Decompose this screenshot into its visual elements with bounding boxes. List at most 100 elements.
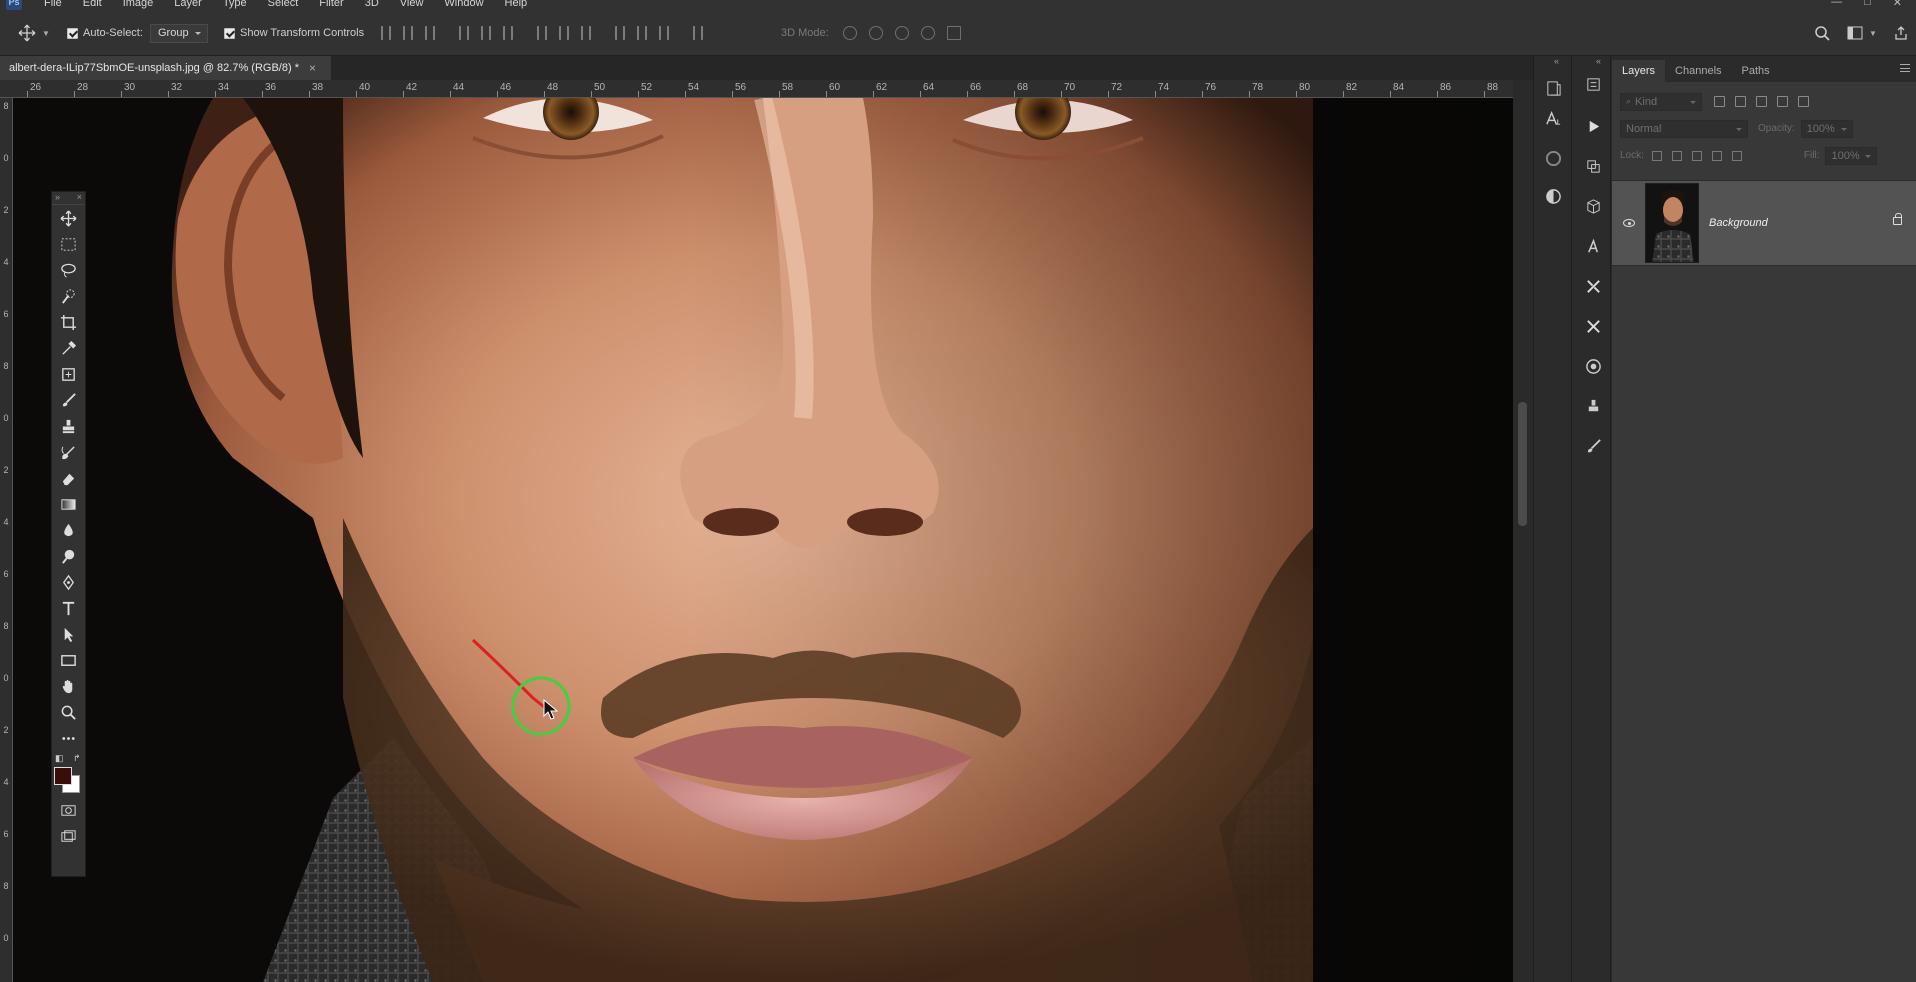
brushes-panel-button[interactable]	[1583, 436, 1603, 456]
marquee-tool[interactable]	[52, 231, 85, 257]
close-window-button[interactable]: ✕	[1893, 0, 1902, 9]
align-horizontal-centers-icon[interactable]	[481, 26, 491, 40]
crop-tool[interactable]	[52, 309, 85, 335]
menu-type[interactable]: Type	[223, 0, 247, 9]
menu-select[interactable]: Select	[268, 0, 299, 9]
opacity-input[interactable]: 100%	[1800, 119, 1853, 138]
menu-3d[interactable]: 3D	[365, 0, 379, 9]
align-top-edges-icon[interactable]	[381, 26, 391, 40]
clone-source-button[interactable]	[1583, 396, 1603, 416]
zoom-tool[interactable]	[52, 699, 85, 725]
screen-mode[interactable]	[52, 823, 85, 849]
scrollbar-thumb[interactable]	[1518, 402, 1527, 526]
document-tab[interactable]: albert-dera-ILip77SbmOE-unsplash.jpg @ 8…	[0, 56, 331, 80]
menu-filter[interactable]: Filter	[319, 0, 343, 9]
path-selection-tool[interactable]	[52, 621, 85, 647]
actions-panel-button[interactable]	[1583, 116, 1603, 136]
close-toolbox-icon[interactable]: ×	[77, 192, 82, 202]
glyphs-panel-button[interactable]	[1583, 236, 1603, 256]
align-right-edges-icon[interactable]	[503, 26, 513, 40]
pan-3d-icon[interactable]	[894, 26, 909, 40]
quick-selection-tool[interactable]	[52, 283, 85, 309]
pen-tool[interactable]	[52, 569, 85, 595]
show-transform-toggle[interactable]: Show Transform Controls	[224, 10, 364, 56]
filter-kind-dropdown[interactable]: ⌕ Kind	[1620, 92, 1702, 111]
fill-input[interactable]: 100%	[1825, 146, 1878, 165]
auto-select-target-dropdown[interactable]: Group	[150, 23, 208, 43]
tool-preset-picker[interactable]: ▼	[18, 10, 50, 56]
channels-panel-button[interactable]	[1583, 156, 1603, 176]
align-left-edges-icon[interactable]	[459, 26, 469, 40]
vertical-ruler[interactable]: 8 0 2 4 6 8 0 2 4 6 8 0 2 4 6 8 0	[0, 98, 13, 982]
layer-row[interactable]: Background	[1612, 180, 1916, 266]
tab-paths[interactable]: Paths	[1732, 60, 1780, 82]
brush-tool[interactable]	[52, 387, 85, 413]
patch-tool[interactable]	[52, 361, 85, 387]
smart-object-filter-icon[interactable]	[1798, 96, 1809, 107]
clone-stamp-tool[interactable]	[52, 413, 85, 439]
tool-presets-button[interactable]	[1583, 276, 1603, 296]
rectangle-tool[interactable]	[52, 647, 85, 673]
canvas-vertical-scrollbar[interactable]	[1513, 80, 1533, 982]
brush-settings-button[interactable]	[1583, 316, 1603, 336]
menu-image[interactable]: Image	[123, 0, 154, 9]
roll-3d-icon[interactable]	[868, 26, 883, 40]
dodge-tool[interactable]	[52, 543, 85, 569]
3d-panel-button[interactable]	[1583, 196, 1603, 216]
history-brush-tool[interactable]	[52, 439, 85, 465]
visibility-eye-icon[interactable]	[1623, 219, 1635, 227]
distribute-left-icon[interactable]	[615, 26, 625, 40]
styles-panel-button[interactable]	[1583, 356, 1603, 376]
menu-layer[interactable]: Layer	[174, 0, 202, 9]
menu-edit[interactable]: Edit	[83, 0, 102, 9]
menu-view[interactable]: View	[400, 0, 424, 9]
orbit-3d-icon[interactable]	[842, 26, 857, 40]
slide-3d-icon[interactable]	[920, 26, 935, 40]
eyedropper-tool[interactable]	[52, 335, 85, 361]
distribute-vcenter-icon[interactable]	[559, 26, 569, 40]
horizontal-ruler[interactable]: 26 28 30 32 34 36 38 40 42 44 46 48 50 52 54 56 58 60 62 64…	[0, 80, 1513, 98]
history-panel-button[interactable]	[1543, 78, 1563, 98]
swatches-panel-button[interactable]	[1543, 148, 1563, 168]
lock-all-icon[interactable]	[1731, 150, 1742, 161]
adjustments-panel-button[interactable]	[1543, 186, 1563, 206]
minimize-button[interactable]: —	[1831, 0, 1842, 9]
align-vertical-centers-icon[interactable]	[403, 26, 413, 40]
menu-window[interactable]: Window	[444, 0, 483, 9]
document-canvas[interactable]	[13, 98, 1513, 982]
blur-tool[interactable]	[52, 517, 85, 543]
swap-colors-icon[interactable]: ↱	[73, 753, 81, 764]
more-tools[interactable]	[52, 725, 85, 751]
properties-panel-button[interactable]	[1583, 74, 1603, 94]
lasso-tool[interactable]	[52, 257, 85, 283]
distribute-bottom-icon[interactable]	[581, 26, 591, 40]
layer-lock-icon[interactable]	[1893, 213, 1902, 225]
tab-channels[interactable]: Channels	[1665, 60, 1731, 82]
show-transform-checkbox[interactable]	[224, 27, 235, 39]
distribute-hcenter-icon[interactable]	[637, 26, 647, 40]
align-bottom-edges-icon[interactable]	[425, 26, 435, 40]
search-button[interactable]	[1814, 10, 1830, 56]
collapse-dock-icon[interactable]: «	[1554, 56, 1559, 66]
toolbox-grip[interactable]: » ×	[52, 192, 85, 205]
workspace-switcher[interactable]: ▼	[1847, 10, 1877, 56]
lock-position-icon[interactable]	[1691, 150, 1702, 161]
pixel-filter-icon[interactable]	[1714, 96, 1725, 107]
share-button[interactable]	[1894, 10, 1908, 56]
maximize-button[interactable]: □	[1864, 0, 1871, 9]
quick-mask-mode[interactable]	[52, 797, 85, 823]
eraser-tool[interactable]	[52, 465, 85, 491]
panel-menu-icon[interactable]	[1900, 64, 1910, 72]
close-document-icon[interactable]: ×	[309, 61, 316, 75]
lock-transparency-icon[interactable]	[1651, 150, 1662, 161]
gradient-tool[interactable]	[52, 491, 85, 517]
type-filter-icon[interactable]	[1756, 96, 1767, 107]
layer-thumbnail[interactable]	[1645, 183, 1699, 263]
blend-mode-dropdown[interactable]: Normal	[1620, 119, 1748, 138]
auto-select-checkbox[interactable]	[67, 27, 78, 39]
character-panel-button[interactable]	[1543, 108, 1563, 128]
auto-select-toggle[interactable]: Auto-Select:	[67, 10, 143, 56]
lock-artboard-icon[interactable]	[1711, 150, 1722, 161]
scale-3d-icon[interactable]	[946, 26, 961, 40]
foreground-color-swatch[interactable]	[54, 767, 72, 785]
